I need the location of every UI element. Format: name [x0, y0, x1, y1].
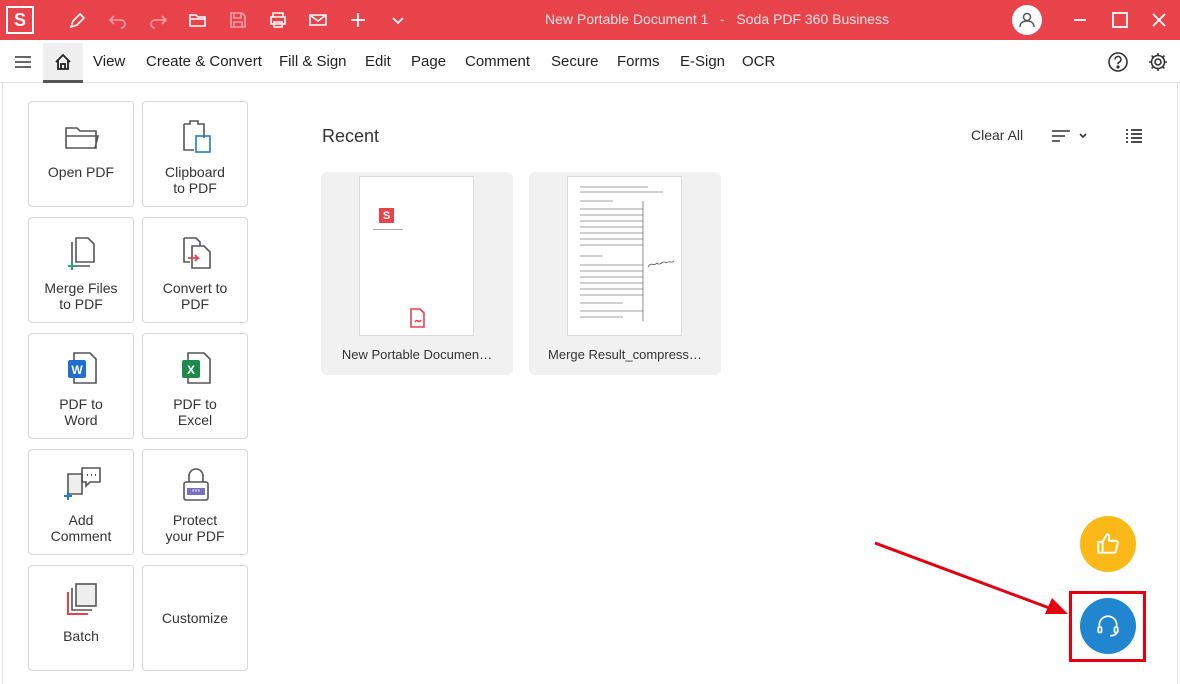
tile-label: Merge Files to PDF	[44, 280, 118, 312]
tab-create-convert[interactable]: Create & Convert	[146, 53, 262, 70]
sign-pen-icon[interactable]	[62, 4, 94, 36]
print-icon[interactable]	[262, 4, 294, 36]
merge-files-tile[interactable]: Merge Files to PDF	[28, 217, 134, 323]
file-thumbnail	[567, 176, 682, 336]
tab-secure[interactable]: Secure	[551, 53, 599, 70]
folder-icon	[65, 127, 100, 149]
tile-label: Batch	[63, 628, 99, 644]
document-preview	[580, 186, 675, 321]
comment-icon	[64, 467, 101, 500]
feedback-like-button[interactable]	[1080, 516, 1136, 572]
list-view-icon[interactable]	[1122, 124, 1146, 148]
tile-label: Open PDF	[47, 164, 115, 180]
tile-label: Protect your PDF	[165, 512, 225, 544]
tab-forms[interactable]: Forms	[617, 53, 660, 70]
sort-icon	[1052, 130, 1087, 142]
save-icon[interactable]	[222, 4, 254, 36]
convert-to-pdf-tile[interactable]: Convert to PDF	[142, 217, 248, 323]
convert-icon	[183, 237, 211, 269]
tile-label: PDF to Excel	[173, 396, 217, 428]
home-icon	[55, 53, 71, 70]
hamburger-menu-icon[interactable]	[11, 50, 35, 74]
close-icon[interactable]	[1143, 4, 1175, 36]
clear-all-button[interactable]: Clear All	[971, 127, 1023, 143]
svg-text:W: W	[71, 363, 83, 377]
tile-label: Customize	[161, 610, 229, 626]
file-thumbnail: S	[359, 176, 474, 336]
pdf-to-excel-tile[interactable]: X PDF to Excel	[142, 333, 248, 439]
clipboard-to-pdf-tile[interactable]: Clipboard to PDF	[142, 101, 248, 207]
lock-icon: ***	[183, 468, 209, 501]
tab-fill-sign[interactable]: Fill & Sign	[279, 53, 347, 70]
gear-icon[interactable]	[1146, 50, 1170, 74]
customize-tile[interactable]: Customize	[142, 565, 248, 671]
tab-page[interactable]: Page	[411, 53, 446, 70]
maximize-icon[interactable]	[1104, 4, 1136, 36]
pdf-sign-icon	[410, 308, 425, 328]
soda-logo-icon: S	[379, 208, 394, 223]
tab-esign[interactable]: E-Sign	[680, 53, 725, 70]
word-icon: W	[68, 352, 97, 384]
protect-pdf-tile[interactable]: *** Protect your PDF	[142, 449, 248, 555]
file-name: New Portable Documen…	[341, 347, 493, 362]
add-icon[interactable]	[342, 4, 374, 36]
email-icon[interactable]	[302, 4, 334, 36]
ribbon-menu: View Create & Convert Fill & Sign Edit P…	[0, 40, 1180, 83]
tile-label: PDF to Word	[59, 396, 103, 428]
right-border	[1177, 83, 1178, 684]
svg-text:X: X	[187, 363, 195, 377]
user-avatar-icon[interactable]	[1012, 5, 1042, 35]
help-icon[interactable]	[1106, 50, 1130, 74]
redo-icon[interactable]	[142, 4, 174, 36]
batch-icon	[67, 583, 97, 615]
open-folder-icon[interactable]	[182, 4, 214, 36]
file-name: Merge Result_compress…	[548, 347, 702, 362]
tab-comment[interactable]: Comment	[465, 53, 530, 70]
batch-tile[interactable]: Batch	[28, 565, 134, 671]
sort-button[interactable]	[1050, 124, 1090, 148]
window-title: New Portable Document 1 - Soda PDF 360 B…	[545, 11, 889, 27]
recent-file-card[interactable]: S New Portable Documen…	[321, 172, 513, 375]
excel-icon: X	[182, 352, 211, 384]
tab-edit[interactable]: Edit	[365, 53, 391, 70]
tile-label: Clipboard to PDF	[165, 164, 225, 196]
recent-file-card[interactable]: Merge Result_compress…	[529, 172, 721, 375]
annotation-highlight-box	[1069, 591, 1146, 662]
tile-label: Convert to PDF	[162, 280, 228, 312]
logo-caption-line	[373, 229, 403, 230]
pdf-to-word-tile[interactable]: W PDF to Word	[28, 333, 134, 439]
minimize-icon[interactable]	[1064, 4, 1096, 36]
recent-heading: Recent	[322, 126, 380, 146]
tab-home[interactable]	[43, 43, 83, 83]
app-logo[interactable]: S	[6, 6, 34, 34]
open-pdf-tile[interactable]: Open PDF	[28, 101, 134, 207]
undo-icon[interactable]	[102, 4, 134, 36]
clipboard-icon	[183, 120, 211, 153]
tab-view[interactable]: View	[93, 53, 125, 70]
thumbs-up-icon	[1097, 533, 1119, 554]
chevron-down-icon[interactable]	[382, 4, 414, 36]
add-comment-tile[interactable]: Add Comment	[28, 449, 134, 555]
tab-ocr[interactable]: OCR	[742, 53, 775, 70]
svg-text:***: ***	[192, 489, 200, 496]
title-bar: S New Portable Document 1 - Soda PDF 360…	[0, 0, 1180, 40]
tile-label: Add Comment	[50, 512, 112, 544]
merge-icon	[68, 237, 95, 270]
left-border	[2, 83, 3, 684]
